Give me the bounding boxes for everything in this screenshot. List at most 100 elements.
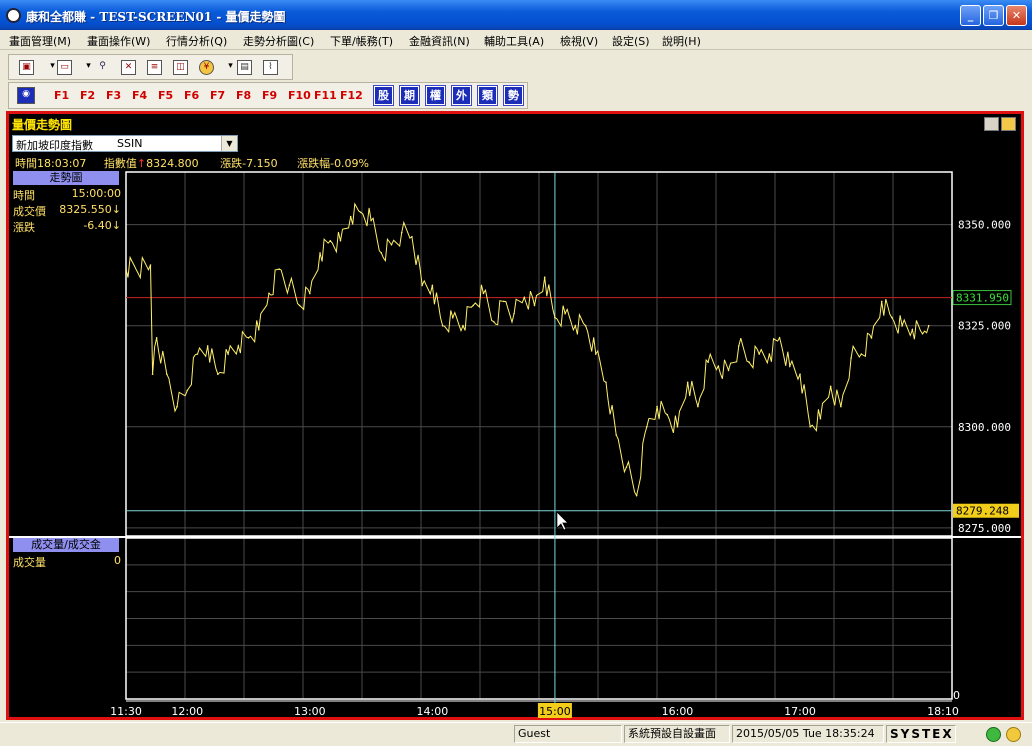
price-point xyxy=(789,365,791,367)
price-point xyxy=(257,328,260,331)
menu-view[interactable]: 檢視(V) xyxy=(560,33,598,49)
volume-axis-label: 0 xyxy=(953,689,960,702)
stock-button[interactable]: 股 xyxy=(373,85,394,106)
fkey-f8[interactable]: F8 xyxy=(236,89,251,102)
fkey-f1[interactable]: F1 xyxy=(54,89,69,102)
menu-settings[interactable]: 設定(S) xyxy=(612,33,650,49)
book-icon[interactable]: ▤ xyxy=(237,60,252,75)
monitor-icon[interactable]: ▭ xyxy=(57,60,72,75)
panel-title: 量價走勢圖 xyxy=(12,118,73,132)
chevron-down-icon[interactable]: ▾ xyxy=(223,60,238,75)
mouse-pointer-icon xyxy=(556,511,569,531)
settings-icon[interactable] xyxy=(1001,117,1016,131)
price-point xyxy=(237,345,240,347)
price-point xyxy=(149,264,152,266)
chevron-down-icon[interactable]: ▾ xyxy=(81,60,96,75)
options-button[interactable]: 權 xyxy=(425,85,446,106)
price-point xyxy=(594,353,597,355)
menu-trend-charts[interactable]: 走勢分析圖(C) xyxy=(243,33,314,49)
futures-button[interactable]: 期 xyxy=(399,85,420,106)
fkey-f4[interactable]: F4 xyxy=(132,89,147,102)
fkey-f7[interactable]: F7 xyxy=(210,89,225,102)
price-point xyxy=(809,426,812,428)
menu-help[interactable]: 說明(H) xyxy=(662,33,701,49)
fkey-f3[interactable]: F3 xyxy=(106,89,121,102)
close-button[interactable]: ✕ xyxy=(1006,5,1027,26)
menu-financial-info[interactable]: 金融資訊(N) xyxy=(409,33,470,49)
chevron-down-icon[interactable]: ▼ xyxy=(221,136,237,151)
price-point xyxy=(513,312,515,315)
price-point xyxy=(339,239,342,242)
fkey-f2[interactable]: F2 xyxy=(80,89,95,102)
price-point xyxy=(360,211,362,214)
price-point xyxy=(370,219,372,222)
price-point xyxy=(462,324,464,327)
x-tick-label: 16:00 xyxy=(662,705,694,718)
fkey-f12[interactable]: F12 xyxy=(340,89,363,102)
price-point xyxy=(298,304,301,307)
chart-icon[interactable]: ⌇ xyxy=(263,60,278,75)
price-chart[interactable]: 8350.000 8325.000 8300.000 8275.000 8331.950… xyxy=(9,170,1021,720)
price-point xyxy=(554,316,556,319)
delete-icon[interactable]: ✕ xyxy=(121,60,136,75)
search-icon[interactable]: ⚲ xyxy=(95,60,110,75)
maximize-button[interactable]: ❐ xyxy=(983,5,1004,26)
quote-index-label: 指數值 xyxy=(103,157,137,170)
logo-icon[interactable]: ◉ xyxy=(17,87,35,104)
price-point xyxy=(717,365,720,367)
fkey-f6[interactable]: F6 xyxy=(184,89,199,102)
fkey-f9[interactable]: F9 xyxy=(262,89,277,102)
status-datetime: 2015/05/05 Tue 18:35:24 xyxy=(732,725,884,743)
coin-icon[interactable]: ¥ xyxy=(199,60,214,75)
minimize-button[interactable]: _ xyxy=(960,5,981,26)
price-point xyxy=(125,268,127,270)
price-point xyxy=(697,405,699,408)
price-point xyxy=(543,276,546,278)
price-series-line xyxy=(125,202,930,497)
price-point xyxy=(329,239,332,242)
price-point xyxy=(227,353,229,355)
price-point xyxy=(615,434,617,436)
category-button[interactable]: 類 xyxy=(477,85,498,106)
reference-label: 8331.950 xyxy=(956,292,1009,305)
price-point xyxy=(850,357,852,359)
layout-icon[interactable]: ▣ xyxy=(19,60,34,75)
align-icon[interactable]: ≡ xyxy=(147,60,162,75)
menu-screen-manage[interactable]: 畫面管理(M) xyxy=(9,33,71,49)
cursor-label: 8279.248 xyxy=(956,505,1009,518)
price-point xyxy=(288,284,291,287)
fkey-f10[interactable]: F10 xyxy=(288,89,311,102)
menu-tools[interactable]: 輔助工具(A) xyxy=(484,33,544,49)
price-point xyxy=(441,324,444,327)
price-point xyxy=(707,361,709,363)
menu-market-analysis[interactable]: 行情分析(Q) xyxy=(166,33,227,49)
price-point xyxy=(492,320,495,323)
price-point xyxy=(646,426,648,428)
menu-screen-operate[interactable]: 畫面操作(W) xyxy=(87,33,150,49)
fkey-f11[interactable]: F11 xyxy=(314,89,337,102)
price-point xyxy=(911,328,914,331)
trend-button[interactable]: 勢 xyxy=(503,85,524,106)
price-point xyxy=(166,373,168,376)
instrument-select[interactable]: 新加坡印度指數 SSIN ▼ xyxy=(12,135,238,152)
fkey-f5[interactable]: F5 xyxy=(158,89,173,102)
price-point xyxy=(625,466,628,469)
zoom-icon[interactable] xyxy=(984,117,999,131)
x-tick-label: 18:10 xyxy=(927,705,959,718)
toolbar-main: ▣ ▾ ▭ ▾ ⚲ ✕ ≡ ◫ ¥ ▾ ▤ ⌇ xyxy=(8,54,293,80)
x-tick-label: 11:30 xyxy=(110,705,142,718)
title-bar[interactable]: 康和全都賺 - TEST-SCREEN01 - 量價走勢圖 _ ❐ ✕ xyxy=(0,0,1032,30)
status-user: Guest xyxy=(514,725,622,743)
foreign-button[interactable]: 外 xyxy=(451,85,472,106)
price-point xyxy=(778,337,781,339)
status-brand: SYSTEX xyxy=(886,725,956,743)
y-tick-label: 8275.000 xyxy=(958,522,1011,535)
price-point xyxy=(748,361,750,363)
split-icon[interactable]: ◫ xyxy=(173,60,188,75)
price-point xyxy=(155,337,158,339)
price-point xyxy=(186,389,189,392)
price-point xyxy=(503,300,505,303)
menu-orders[interactable]: 下單/帳務(T) xyxy=(330,33,393,49)
panel-header: 量價走勢圖 xyxy=(9,114,1021,133)
menu-bar: 畫面管理(M) 畫面操作(W) 行情分析(Q) 走勢分析圖(C) 下單/帳務(T… xyxy=(0,30,1032,50)
